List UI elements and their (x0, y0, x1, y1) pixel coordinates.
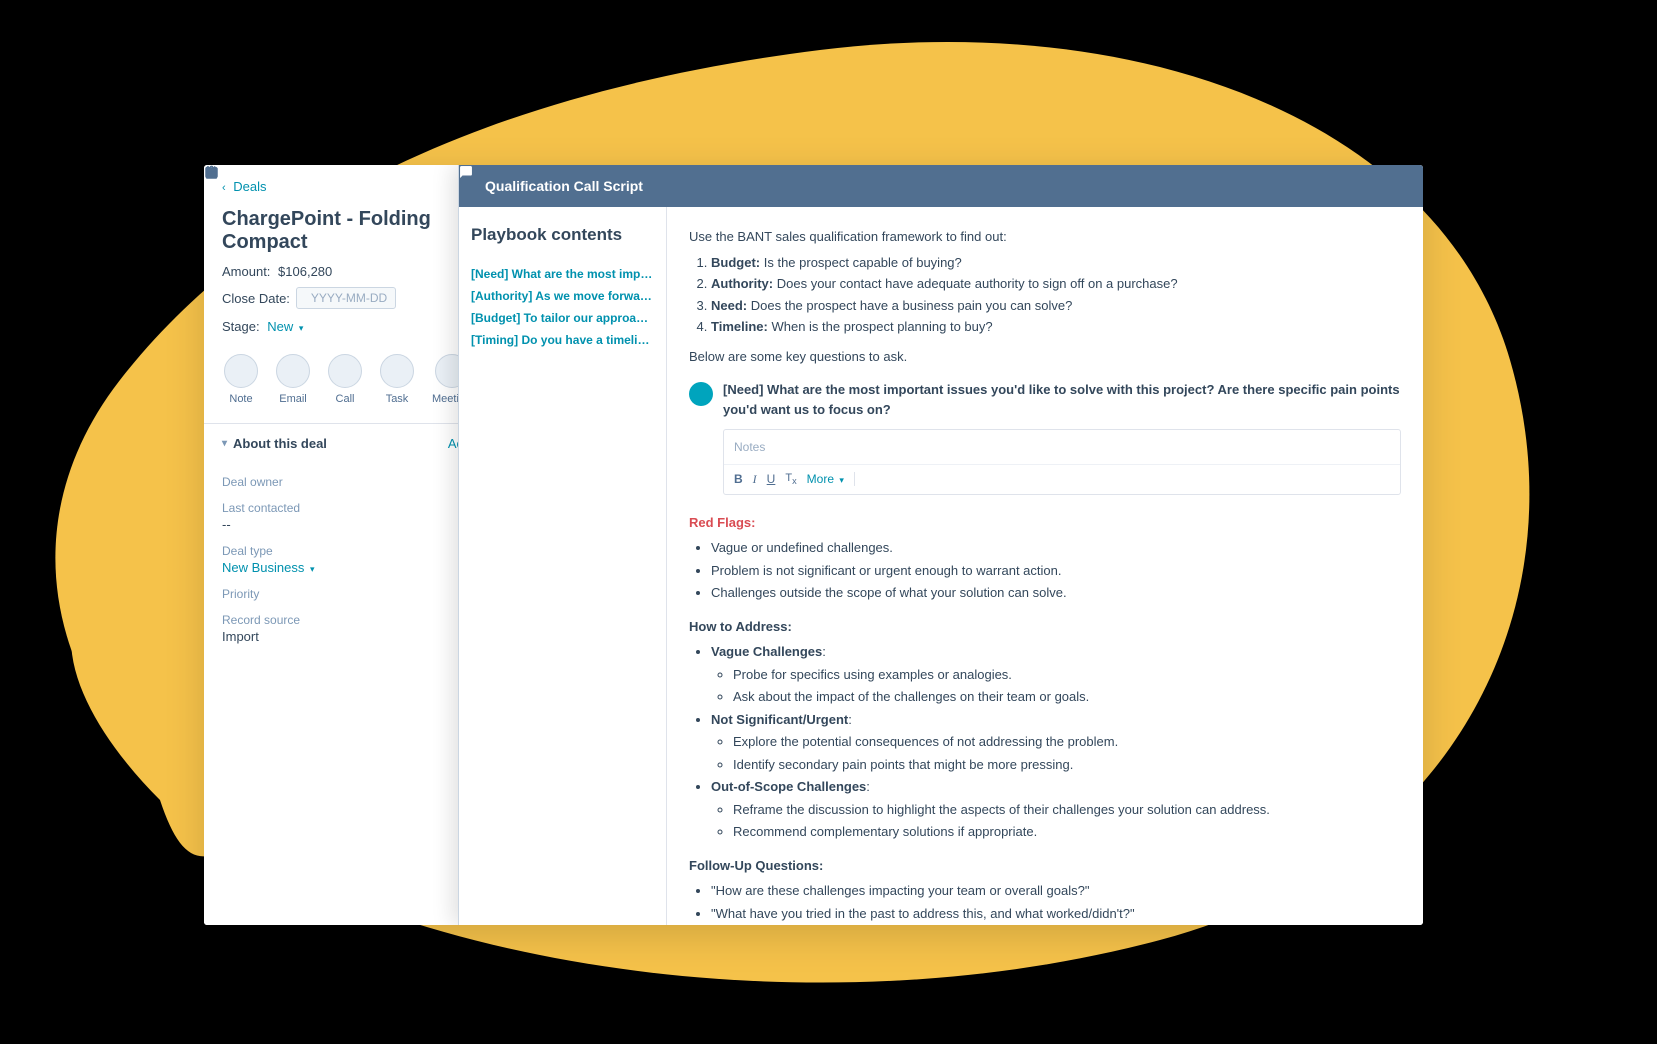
followup-title: Follow-Up Questions: (689, 856, 1401, 876)
deal-title: ChargePoint - Folding Compact (222, 208, 463, 254)
about-deal-fields: Deal owner Last contacted -- Deal type N… (204, 475, 481, 662)
notes-editor[interactable]: Notes B I U Tx More ▾ (723, 429, 1401, 495)
more-button[interactable]: More ▾ (807, 470, 844, 488)
stage-value: New (267, 319, 293, 334)
chevron-left-icon: ‹ (222, 182, 226, 194)
clear-format-button[interactable]: Tx (785, 470, 796, 489)
chevron-down-icon: ▾ (310, 564, 315, 574)
deal-type-label: Deal type (222, 544, 463, 558)
how-to-address-list: Vague Challenges: Probe for specifics us… (711, 642, 1401, 842)
close-date-placeholder: YYYY-MM-DD (311, 291, 387, 305)
notes-toolbar: B I U Tx More ▾ (724, 464, 1400, 494)
stage-label: Stage: (222, 319, 260, 334)
last-contacted-value: -- (222, 517, 463, 532)
call-button[interactable]: Call (328, 354, 362, 405)
bold-button[interactable]: B (734, 470, 743, 488)
quick-actions: Note Email Call Task (222, 354, 463, 423)
close-date-label: Close Date: (222, 291, 290, 306)
call-icon (328, 354, 362, 388)
chevron-down-icon: ▾ (222, 438, 227, 449)
bant-list: Budget: Is the prospect capable of buyin… (711, 253, 1401, 337)
about-deal-title: About this deal (233, 436, 327, 451)
stage-select[interactable]: New ▾ (267, 319, 303, 334)
how-to-address-title: How to Address: (689, 617, 1401, 637)
underline-button[interactable]: U (767, 470, 776, 488)
deal-type-select[interactable]: New Business ▾ (222, 560, 463, 575)
note-button[interactable]: Note (224, 354, 258, 405)
followup-list: "How are these challenges impacting your… (711, 881, 1401, 925)
about-deal-header[interactable]: ▾ About this deal Ac (204, 423, 481, 463)
toc-item-budget[interactable]: [Budget] To tailor our approac… (471, 307, 654, 329)
playbook-toc: Playbook contents [Need] What are the mo… (459, 207, 667, 925)
red-flags-list: Vague or undefined challenges. Problem i… (711, 538, 1401, 603)
toc-title: Playbook contents (471, 225, 654, 245)
toc-item-need[interactable]: [Need] What are the most imp… (471, 263, 654, 285)
chat-icon (689, 382, 713, 406)
intro-text: Use the BANT sales qualification framewo… (689, 227, 1401, 247)
breadcrumb[interactable]: ‹ Deals (222, 179, 463, 194)
deal-record-sidebar: ‹ Deals ChargePoint - Folding Compact Am… (204, 165, 482, 925)
close-date-input[interactable]: YYYY-MM-DD (296, 287, 396, 309)
playbook-panel: Qualification Call Script Playbook conte… (458, 165, 1423, 925)
task-icon (380, 354, 414, 388)
amount-label: Amount: (222, 264, 270, 279)
deal-owner-label: Deal owner (222, 475, 463, 489)
below-intro: Below are some key questions to ask. (689, 347, 1401, 367)
red-flags-title: Red Flags: (689, 513, 1401, 533)
notes-placeholder[interactable]: Notes (724, 430, 1400, 464)
breadcrumb-deals[interactable]: Deals (233, 179, 266, 194)
italic-button[interactable]: I (753, 470, 757, 488)
chevron-down-icon: ▾ (299, 323, 304, 333)
toc-item-authority[interactable]: [Authority] As we move forwar… (471, 285, 654, 307)
email-button[interactable]: Email (276, 354, 310, 405)
note-icon (224, 354, 258, 388)
last-contacted-label: Last contacted (222, 501, 463, 515)
playbook-title: Qualification Call Script (485, 178, 643, 194)
task-button[interactable]: Task (380, 354, 414, 405)
email-icon (276, 354, 310, 388)
playbook-content[interactable]: Use the BANT sales qualification framewo… (667, 207, 1423, 925)
question-need: [Need] What are the most important issue… (723, 380, 1401, 419)
toc-item-timing[interactable]: [Timing] Do you have a timeli… (471, 329, 654, 351)
playbook-header: Qualification Call Script (459, 165, 1423, 207)
amount-value: $106,280 (278, 264, 332, 279)
record-source-label: Record source (222, 613, 463, 627)
priority-label: Priority (222, 587, 463, 601)
record-source-value: Import (222, 629, 463, 644)
amount-row: Amount: $106,280 (222, 264, 463, 279)
